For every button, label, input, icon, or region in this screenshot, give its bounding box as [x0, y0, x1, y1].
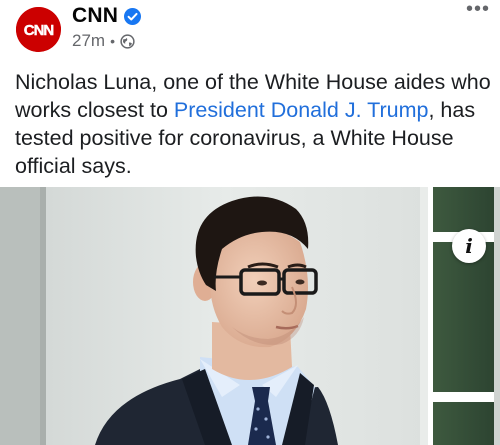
more-options-icon[interactable]: ••• [464, 0, 492, 22]
avatar[interactable]: CNN [16, 7, 61, 52]
globe-icon [120, 33, 135, 49]
post-meta: 27m • [72, 31, 135, 51]
info-icon[interactable]: i [452, 229, 486, 263]
news-photo [0, 187, 500, 445]
post-photo[interactable]: i [0, 187, 500, 445]
page-name[interactable]: CNN [72, 4, 118, 28]
meta-separator: • [110, 33, 115, 49]
president-link[interactable]: President Donald J. Trump [174, 98, 429, 122]
verified-badge-icon [124, 8, 141, 25]
avatar-text: CNN [24, 22, 54, 39]
post-text: Nicholas Luna, one of the White House ai… [15, 68, 493, 180]
cnn-logo: CNN [16, 7, 61, 52]
post-timestamp[interactable]: 27m [72, 31, 105, 51]
post-header: CNN CNN 27m • ••• [0, 0, 500, 62]
